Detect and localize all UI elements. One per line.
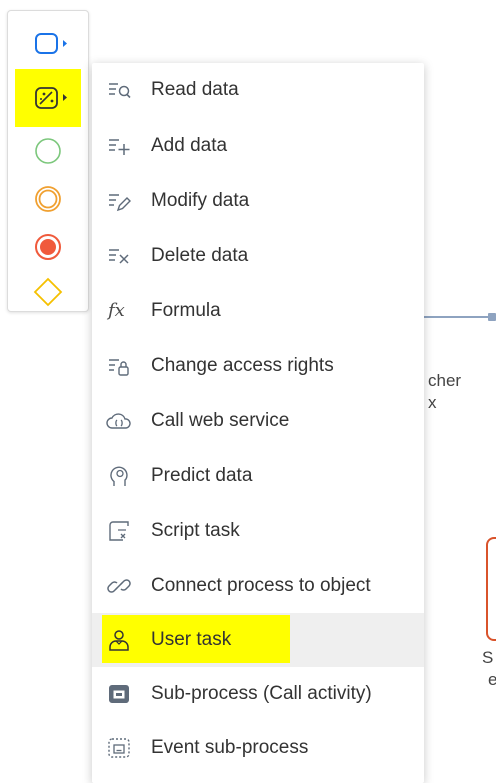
- menu-item-connect-process-to-object[interactable]: Connect process to object: [92, 559, 424, 613]
- task-type-menu: Read data Add data Modify data Delete da…: [92, 63, 424, 783]
- menu-item-label: Modify data: [151, 190, 250, 211]
- palette-start-event-button[interactable]: [8, 131, 88, 175]
- menu-item-sub-process[interactable]: Sub-process (Call activity): [92, 667, 424, 721]
- menu-item-label: Predict data: [151, 465, 253, 486]
- yellow-diamond-icon: [33, 277, 63, 307]
- menu-item-label: Formula: [151, 300, 221, 321]
- menu-item-call-web-service[interactable]: Call web service: [92, 394, 424, 448]
- canvas-task-element[interactable]: [486, 537, 496, 641]
- menu-item-add-data[interactable]: Add data: [92, 119, 424, 173]
- palette-intermediate-event-button[interactable]: [8, 179, 88, 223]
- add-data-icon: [109, 139, 130, 155]
- menu-item-read-data[interactable]: Read data: [92, 63, 424, 117]
- menu-item-script-task[interactable]: Script task: [92, 504, 424, 558]
- access-rights-icon: [109, 359, 129, 376]
- menu-item-label: Change access rights: [151, 355, 334, 376]
- delete-data-icon: [109, 249, 129, 264]
- read-data-icon: [109, 83, 131, 99]
- menu-item-label: Call web service: [151, 410, 290, 431]
- menu-item-modify-data[interactable]: Modify data: [92, 174, 424, 228]
- user-task-icon: [109, 630, 129, 651]
- palette-gateway-button[interactable]: [8, 273, 88, 317]
- menu-item-delete-data[interactable]: Delete data: [92, 229, 424, 283]
- menu-item-label: Read data: [151, 79, 239, 100]
- menu-item-user-task[interactable]: User task: [92, 613, 424, 667]
- connector-arrow-head: [488, 313, 496, 321]
- palette-task-button[interactable]: [8, 28, 88, 72]
- menu-item-label: Sub-process (Call activity): [151, 683, 372, 704]
- menu-item-formula[interactable]: fx Formula: [92, 284, 424, 338]
- modify-data-icon: [109, 194, 131, 212]
- canvas-label-fragment: S: [482, 648, 494, 667]
- menu-item-label: Add data: [151, 135, 228, 156]
- menu-item-label: Delete data: [151, 245, 249, 266]
- green-circle-icon: [35, 138, 61, 164]
- palette-magic-task-button[interactable]: [8, 69, 88, 127]
- double-orange-circle-icon: [35, 186, 61, 212]
- script-task-icon: [109, 521, 129, 541]
- formula-icon: fx: [108, 300, 125, 321]
- predict-data-icon: [110, 466, 128, 486]
- element-palette: [7, 10, 89, 312]
- menu-item-predict-data[interactable]: Predict data: [92, 449, 424, 503]
- menu-item-label: Script task: [151, 520, 240, 541]
- canvas-label-fragment: x: [428, 393, 437, 412]
- link-icon: [107, 579, 131, 593]
- menu-item-label: Event sub-process: [151, 737, 309, 758]
- rounded-rectangle-icon: [35, 33, 67, 54]
- canvas-label-fragment: cher: [428, 371, 462, 390]
- menu-item-label: Connect process to object: [151, 575, 371, 596]
- magic-wand-icon: [35, 87, 67, 109]
- red-filled-circle-icon: [35, 234, 61, 260]
- menu-item-label: User task: [151, 629, 232, 650]
- sub-process-icon: [109, 685, 129, 703]
- palette-end-event-button[interactable]: [8, 227, 88, 271]
- web-service-icon: [106, 413, 131, 429]
- canvas-label-fragment: e: [488, 670, 496, 689]
- sequence-flow-connector[interactable]: [420, 316, 490, 318]
- menu-item-change-access-rights[interactable]: Change access rights: [92, 339, 424, 393]
- menu-item-event-sub-process[interactable]: Event sub-process: [92, 721, 424, 775]
- event-sub-process-icon: [108, 738, 130, 758]
